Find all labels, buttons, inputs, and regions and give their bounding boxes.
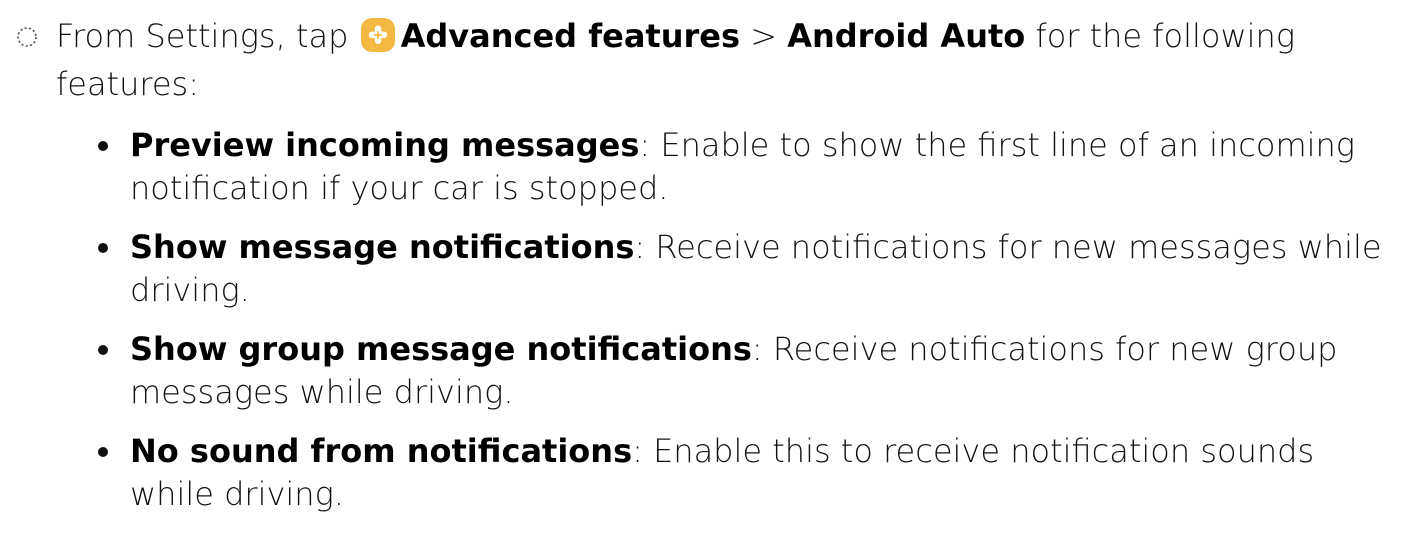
feature-title: No sound from notifications	[130, 432, 633, 470]
feature-title: Preview incoming messages	[130, 126, 640, 164]
step-prefix: From Settings, tap	[56, 17, 349, 55]
list-item: Show group message notifications: Receiv…	[96, 328, 1396, 414]
menu-item-advanced-features: Advanced features	[400, 17, 741, 55]
list-item: No sound from notifications: Enable this…	[96, 430, 1396, 516]
step-text: From Settings, tap Advanced features > A…	[56, 12, 1386, 108]
bullet-dot	[98, 447, 108, 457]
bullet-dot	[98, 243, 108, 253]
bullet-dot	[98, 141, 108, 151]
feature-title: Show message notifications	[130, 228, 635, 266]
list-item: Show message notifications: Receive noti…	[96, 226, 1396, 312]
feature-title: Show group message notifications	[130, 330, 752, 368]
bullet-dot	[98, 345, 108, 355]
step-circle-icon	[17, 27, 37, 47]
list-item: Preview incoming messages: Enable to sho…	[96, 124, 1396, 210]
feature-list: Preview incoming messages: Enable to sho…	[96, 124, 1396, 532]
menu-item-android-auto: Android Auto	[787, 17, 1026, 55]
menu-separator: >	[750, 17, 778, 55]
advanced-features-icon	[360, 18, 395, 52]
